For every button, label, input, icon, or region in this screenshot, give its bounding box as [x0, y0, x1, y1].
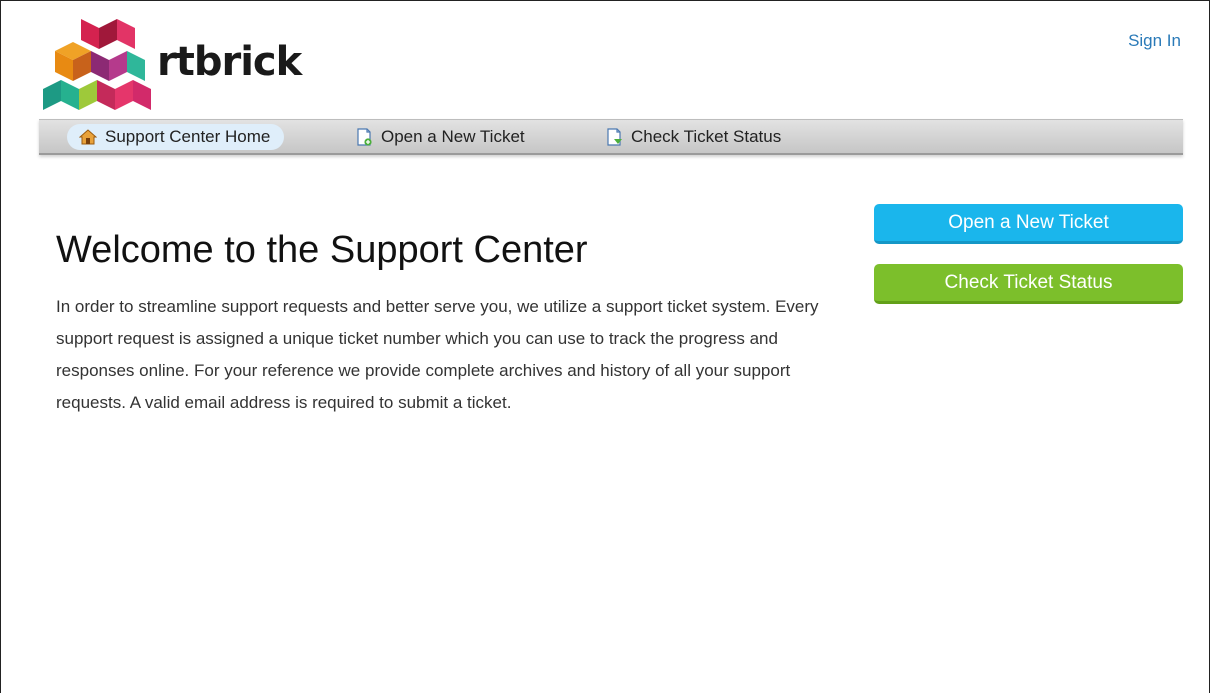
page-title: Welcome to the Support Center [56, 229, 588, 271]
sign-in-link[interactable]: Sign In [1128, 31, 1181, 51]
home-icon [79, 129, 97, 145]
check-status-button[interactable]: Check Ticket Status [874, 264, 1183, 304]
nav-item-check-status[interactable]: Check Ticket Status [605, 124, 781, 150]
page: rtbrick Sign In Support Center Home Open… [0, 0, 1210, 693]
intro-text: In order to streamline support requests … [56, 297, 819, 412]
nav-item-open-ticket[interactable]: Open a New Ticket [355, 124, 525, 150]
rtbrick-logo-mark-icon [43, 19, 151, 110]
ticket-status-icon [607, 128, 622, 146]
nav-item-support-home[interactable]: Support Center Home [67, 124, 285, 150]
nav-item-label: Open a New Ticket [381, 127, 525, 146]
nav-item-label: Support Center Home [105, 127, 271, 146]
nav-item-label: Check Ticket Status [631, 127, 782, 146]
main-nav: Support Center Home Open a New Ticket Ch… [39, 119, 1183, 155]
open-ticket-button[interactable]: Open a New Ticket [874, 204, 1183, 244]
new-ticket-icon [357, 128, 372, 146]
brand-logo[interactable]: rtbrick [43, 19, 303, 114]
brand-name: rtbrick [157, 39, 302, 85]
